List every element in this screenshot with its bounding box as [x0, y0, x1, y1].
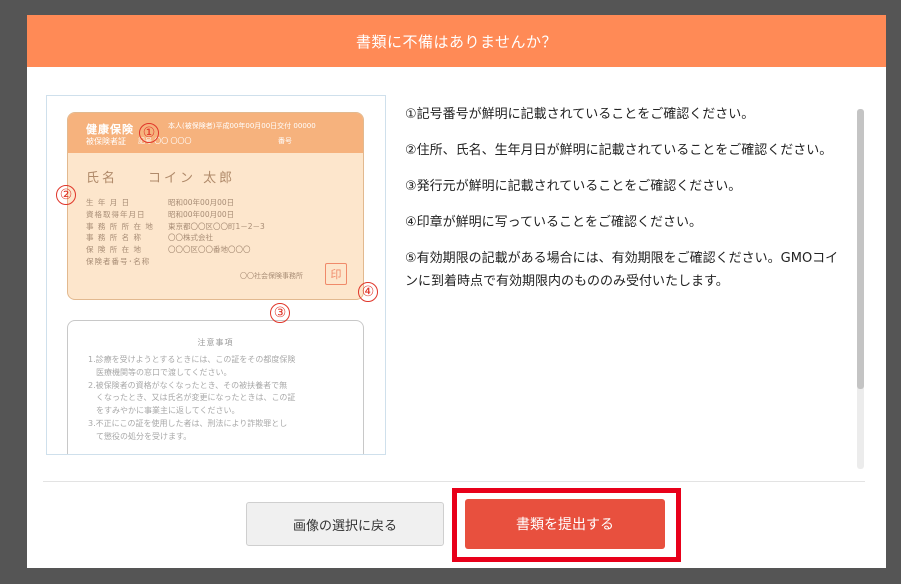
notes-line: て懲役の処分を受けます。: [88, 431, 192, 441]
field-key: 事 務 所 名 称: [86, 233, 143, 243]
field-key: 保険者番号･名称: [86, 256, 151, 266]
notes-line: をすみやかに事業主に返してください。: [88, 406, 240, 416]
card-name-value: コイン 太郎: [148, 171, 236, 186]
marker-1: ①: [139, 123, 159, 143]
notes-line: 3.不正にこの証を使用した者は、刑法により詐欺罪とし: [88, 418, 288, 428]
field-value: 東京都〇〇区〇〇町1－2－3: [168, 221, 265, 231]
card-field-row: 事 務 所 名 称 〇〇株式会社: [86, 232, 265, 244]
notes-line: 医療機関等の窓口で渡してください。: [88, 367, 232, 377]
card-issued: 本人(被保険者)平成00年00月00日交付 00000: [168, 122, 316, 130]
card-title: 健康保険: [86, 123, 134, 136]
notes-line: 2.被保険者の資格がなくなったとき、その被扶養者で無: [88, 380, 288, 390]
sample-image-frame: 健康保険 本人(被保険者)平成00年00月00日交付 00000 被保険者証 記…: [46, 95, 386, 455]
field-key: 資格取得年月日: [86, 209, 146, 219]
card-header: 健康保険 本人(被保険者)平成00年00月00日交付 00000 被保険者証 記…: [68, 113, 363, 153]
instruction-item: ③発行元が鮮明に記載されていることをご確認ください。: [405, 179, 742, 194]
marker-4: ④: [358, 282, 378, 302]
notes-text: 1.診療を受けようとするときには、この証をその都度保険 医療機関等の窓口で渡して…: [88, 354, 351, 444]
field-value: 〇〇〇区〇〇番地〇〇〇: [168, 245, 251, 255]
confirm-dialog: 書類に不備はありませんか？ 健康保険 本人(被保険者)平成00年00月00日交付…: [27, 15, 886, 568]
field-value: 〇〇株式会社: [168, 233, 213, 243]
instruction-item: ④印章が鮮明に写っていることをご確認ください。: [405, 215, 703, 230]
card-fields: 生 年 月 日昭和00年00月00日 資格取得年月日 昭和00年00月00日 事 …: [86, 197, 265, 268]
card-field-row: 生 年 月 日 昭和00年00月00日: [86, 197, 265, 209]
card-subtitle: 被保険者証: [86, 137, 126, 146]
instruction-item: ②住所、氏名、生年月日が鮮明に記載されていることをご確認ください。: [405, 143, 833, 158]
seal-icon: 印: [325, 263, 347, 285]
dialog-title: 書類に不備はありませんか？: [27, 15, 886, 67]
scrollbar[interactable]: [857, 109, 864, 469]
sample-card-notes: 注意事項 1.診療を受けようとするときには、この証をその都度保険 医療機関等の窓…: [67, 320, 364, 454]
instruction-item: ⑤有効期限の記載がある場合には、有効期限をご確認ください。GMOコインに到着時点…: [405, 251, 839, 289]
field-value: 昭和00年00月00日: [168, 209, 235, 219]
field-value: 昭和00年00月00日: [168, 198, 235, 207]
card-number-label: 番号: [278, 137, 292, 145]
sample-insurance-card: 健康保険 本人(被保険者)平成00年00月00日交付 00000 被保険者証 記…: [67, 112, 364, 300]
card-field-row: 保 険 所 在 地 〇〇〇区〇〇番地〇〇〇: [86, 244, 265, 256]
card-field-row: 事 務 所 所 在 地 東京都〇〇区〇〇町1－2－3: [86, 221, 265, 233]
card-field-row: 資格取得年月日 昭和00年00月00日: [86, 209, 265, 221]
field-key: 生 年 月 日: [86, 198, 131, 207]
footer-divider: [43, 481, 865, 482]
card-office: 〇〇社会保険事務所: [240, 272, 303, 280]
card-field-row: 保険者番号･名称: [86, 256, 265, 268]
notes-title: 注意事項: [197, 338, 234, 347]
notes-line: 1.診療を受けようとするときには、この証をその都度保険: [88, 355, 296, 364]
scrollbar-thumb[interactable]: [857, 109, 864, 389]
back-to-image-select-button[interactable]: 画像の選択に戻る: [246, 502, 444, 546]
card-name-label: 氏名: [86, 171, 119, 186]
dialog-body: 健康保険 本人(被保険者)平成00年00月00日交付 00000 被保険者証 記…: [27, 67, 886, 477]
field-key: 事 務 所 所 在 地: [86, 221, 154, 231]
marker-2: ②: [56, 185, 76, 205]
marker-3: ③: [270, 303, 290, 323]
notes-line: くなったとき、又は氏名が変更になったときは、この証: [88, 393, 296, 403]
submit-documents-button[interactable]: 書類を提出する: [465, 499, 665, 549]
instructions-panel: ①記号番号が鮮明に記載されていることをご確認ください。 ②住所、氏名、生年月日が…: [405, 103, 847, 306]
instruction-item: ①記号番号が鮮明に記載されていることをご確認ください。: [405, 107, 755, 122]
field-key: 保 険 所 在 地: [86, 245, 143, 255]
